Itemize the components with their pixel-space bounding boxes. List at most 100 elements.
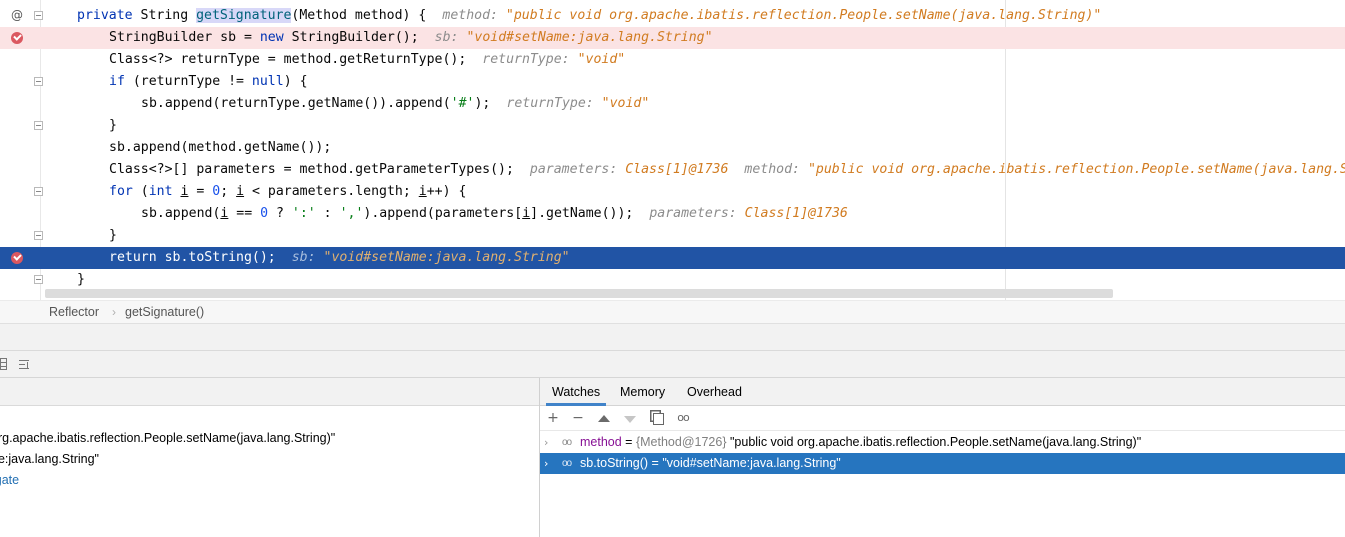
breadcrumb: Reflector › getSignature() <box>0 300 1345 324</box>
watch-name: method <box>580 435 622 449</box>
code-token: int <box>148 184 181 199</box>
fold-icon[interactable] <box>34 275 43 284</box>
inline-debug-value: "void" <box>601 96 650 111</box>
chevron-right-icon[interactable]: › <box>544 432 554 453</box>
code-token: (returnType != <box>132 74 252 89</box>
override-marker-icon[interactable]: @ <box>11 8 23 22</box>
variable-value-line[interactable]: ne:java.lang.String" <box>0 449 99 470</box>
watch-icon: oo <box>562 437 572 448</box>
glasses-icon[interactable]: oo <box>674 411 692 425</box>
tab-overhead[interactable]: Overhead <box>681 378 748 406</box>
inline-debug-value: Class[1]@1736 <box>744 206 848 221</box>
code-text: if (returnType != null) { <box>109 71 308 93</box>
fold-icon[interactable] <box>34 77 43 86</box>
inline-debug-value: "void#setName:java.lang.String" <box>466 30 713 45</box>
fold-icon[interactable] <box>34 11 43 20</box>
inline-debug-value: "public void org.apache.ibatis.reflectio… <box>807 162 1345 177</box>
add-icon[interactable]: + <box>546 411 560 425</box>
inline-debug-value: parameters: <box>529 162 626 177</box>
watch-row[interactable]: › oo method = {Method@1726} "public void… <box>540 432 1345 453</box>
code-token: for <box>109 184 141 199</box>
watch-equals: = <box>621 435 636 449</box>
breadcrumb-class[interactable]: Reflector <box>49 301 99 323</box>
execution-line[interactable]: return sb.toString(); sb: "void#setName:j… <box>0 247 1345 269</box>
variable-value-line[interactable]: org.apache.ibatis.reflection.People.setN… <box>0 428 335 449</box>
duplicate-icon[interactable] <box>653 413 664 425</box>
remove-icon[interactable]: − <box>571 411 585 425</box>
code-text: Class<?>[] parameters = method.getParame… <box>109 159 1345 181</box>
move-up-icon[interactable] <box>598 415 610 422</box>
variables-header <box>0 378 539 406</box>
breakpoint-icon[interactable] <box>11 32 23 44</box>
tab-watches[interactable]: Watches <box>546 378 607 406</box>
navigate-link[interactable]: igate <box>0 470 19 491</box>
watch-type: {Method@1726} <box>635 435 727 449</box>
code-token: ; <box>220 184 237 199</box>
watch-row[interactable]: › oo sb.toString() = "void#setName:java.… <box>540 453 1345 474</box>
code-token: ':' <box>291 206 316 221</box>
code-token: (Method method) { <box>291 8 427 23</box>
code-token: private <box>77 8 141 23</box>
code-text: private String getSignature(Method metho… <box>77 5 1101 27</box>
horizontal-scrollbar[interactable] <box>45 289 1113 298</box>
code-text: sb.append(method.getName()); <box>109 137 331 159</box>
code-token: } <box>77 272 85 287</box>
code-token: ? <box>268 206 292 221</box>
code-token: ); <box>474 96 491 111</box>
layout-icon[interactable] <box>0 358 7 370</box>
code-line[interactable]: sb.append(returnType.getName()).append('… <box>0 93 1345 115</box>
breakpoint-icon[interactable] <box>11 252 23 264</box>
code-token: new <box>259 30 292 45</box>
chevron-right-icon[interactable]: › <box>544 453 554 474</box>
code-token: Class<?>[] parameters = method.getParame… <box>109 162 514 177</box>
code-editor[interactable]: private String getSignature(Method metho… <box>0 0 1345 300</box>
code-line[interactable]: if (returnType != null) { <box>0 71 1345 93</box>
code-line[interactable]: } <box>0 225 1345 247</box>
code-line[interactable]: } <box>0 269 1345 291</box>
code-text: sb.append(returnType.getName()).append('… <box>141 93 649 115</box>
code-token: ( <box>140 184 149 199</box>
code-token: StringBuilder sb = <box>109 30 260 45</box>
inline-debug-value: "public void org.apache.ibatis.reflectio… <box>505 8 1102 23</box>
code-line[interactable]: sb.append(method.getName()); <box>0 137 1345 159</box>
inline-debug-value: Class[1]@1736 <box>625 162 729 177</box>
watches-panel: Watches Memory Overhead + − oo › oo meth… <box>540 378 1345 537</box>
code-text: Class<?> returnType = method.getReturnTy… <box>109 49 625 71</box>
code-token: if <box>109 74 133 89</box>
code-line[interactable]: } <box>0 115 1345 137</box>
code-token: i <box>236 184 245 199</box>
inline-debug-value: method: <box>442 8 506 23</box>
inline-debug-value: sb: <box>291 250 324 265</box>
code-text: return sb.toString(); sb: "void#setName:j… <box>109 247 570 269</box>
inline-debug-value: returnType: <box>506 96 602 111</box>
code-token: } <box>109 118 117 133</box>
fold-icon[interactable] <box>34 121 43 130</box>
chevron-right-icon: › <box>112 305 116 319</box>
code-text: } <box>77 269 85 291</box>
code-token: return sb.toString(); <box>109 250 276 265</box>
code-token: 0 <box>260 206 269 221</box>
code-text: for (int i = 0; i < parameters.length; i… <box>109 181 466 203</box>
inline-debug-value: "void" <box>577 52 626 67</box>
code-text: sb.append(i == 0 ? ':' : ',').append(par… <box>141 203 848 225</box>
fold-icon[interactable] <box>34 231 43 240</box>
inline-debug-value: "void#setName:java.lang.String" <box>323 250 570 265</box>
code-token: i <box>522 206 531 221</box>
breadcrumb-method[interactable]: getSignature() <box>125 301 204 323</box>
breakpoint-line[interactable]: StringBuilder sb = new StringBuilder(); s… <box>0 27 1345 49</box>
watch-value: "public void org.apache.ibatis.reflectio… <box>726 435 1142 449</box>
code-line[interactable]: for (int i = 0; i < parameters.length; i… <box>0 181 1345 203</box>
debug-tool-window-header <box>0 324 1345 351</box>
code-token: = <box>188 184 213 199</box>
console-layout-icon[interactable] <box>19 358 31 370</box>
code-line[interactable]: sb.append(i == 0 ? ':' : ',').append(par… <box>0 203 1345 225</box>
code-line[interactable]: private String getSignature(Method metho… <box>0 5 1345 27</box>
tab-memory[interactable]: Memory <box>614 378 671 406</box>
inline-debug-value: method: <box>744 162 808 177</box>
code-token: getSignature <box>196 8 292 23</box>
fold-icon[interactable] <box>34 187 43 196</box>
code-line[interactable]: Class<?>[] parameters = method.getParame… <box>0 159 1345 181</box>
code-token: String <box>140 8 197 23</box>
code-line[interactable]: Class<?> returnType = method.getReturnTy… <box>0 49 1345 71</box>
move-down-icon[interactable] <box>624 416 636 423</box>
